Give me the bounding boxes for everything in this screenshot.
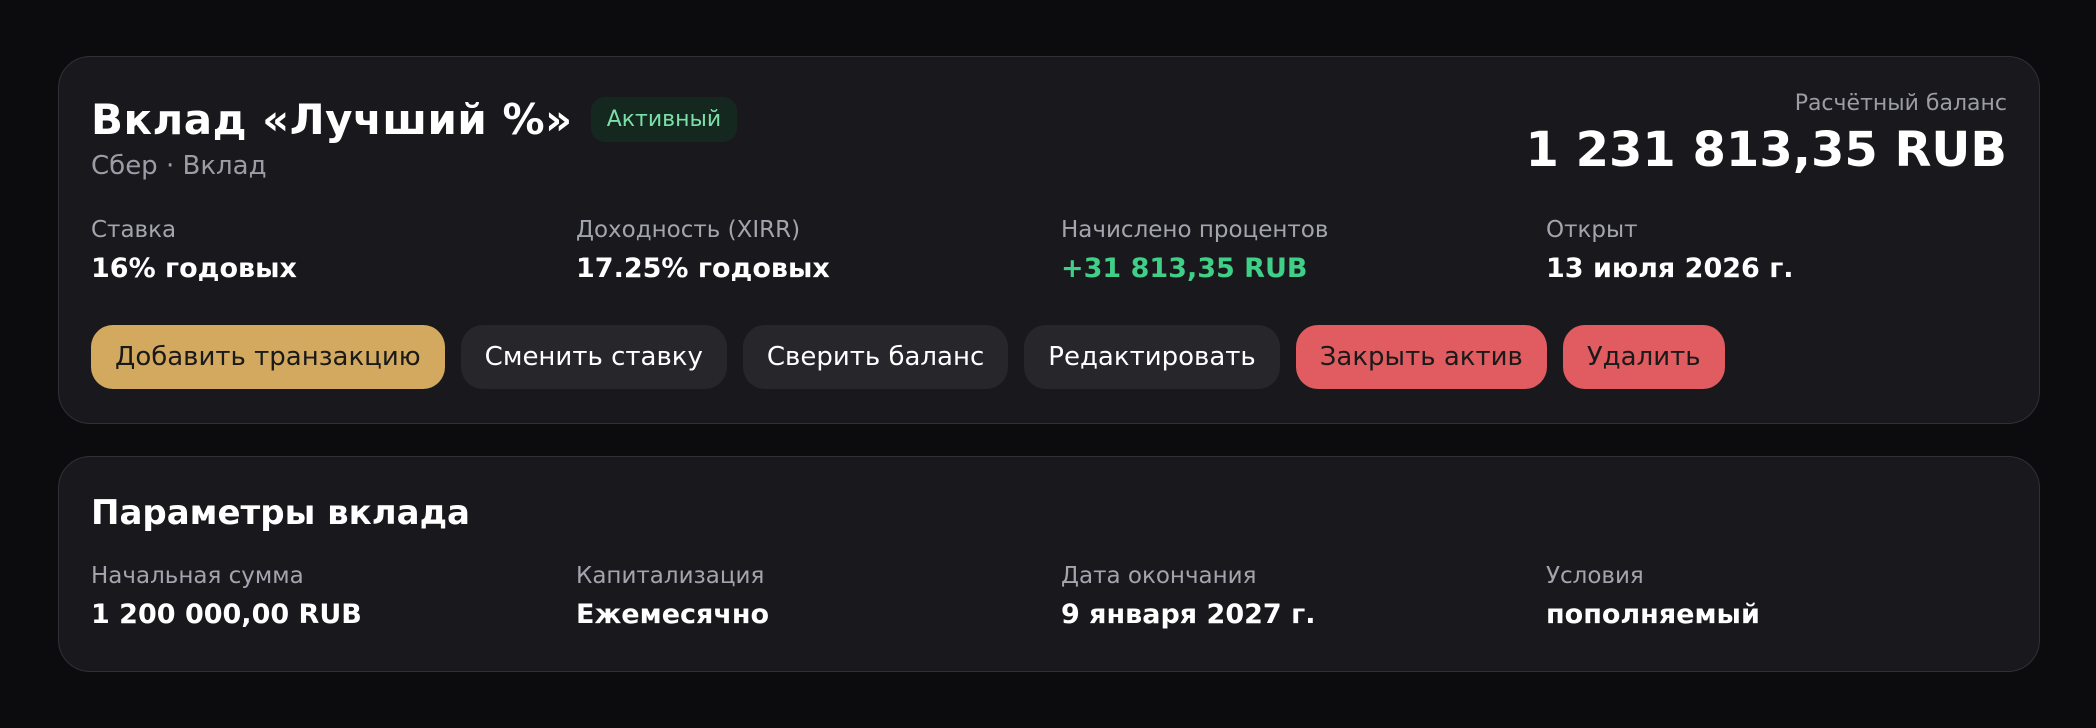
deposit-summary-card: Вклад «Лучший %» Активный Сбер · Вклад Р… <box>58 56 2040 424</box>
add-transaction-button[interactable]: Добавить транзакцию <box>91 325 445 389</box>
param-label: Условия <box>1546 563 1644 589</box>
page-title: Вклад «Лучший %» <box>91 95 573 144</box>
actions-bar: Добавить транзакцию Сменить ставку Свери… <box>91 325 1725 389</box>
param-value: пополняемый <box>1546 599 1760 630</box>
metric-value: 16% годовых <box>91 253 297 284</box>
params-title: Параметры вклада <box>91 493 470 533</box>
param-capitalization: Капитализация Ежемесячно <box>576 563 769 630</box>
asset-subtitle: Сбер · Вклад <box>91 151 267 181</box>
metric-opened: Открыт 13 июля 2026 г. <box>1546 217 1794 284</box>
metric-value: +31 813,35 RUB <box>1061 253 1308 284</box>
metrics-row: Ставка 16% годовых Доходность (XIRR) 17.… <box>91 217 2011 297</box>
reconcile-balance-button[interactable]: Сверить баланс <box>742 325 1009 389</box>
metric-rate: Ставка 16% годовых <box>91 217 297 284</box>
param-label: Дата окончания <box>1061 563 1257 589</box>
param-conditions: Условия пополняемый <box>1546 563 1760 630</box>
metric-label: Ставка <box>91 217 177 243</box>
metric-label: Доходность (XIRR) <box>576 217 801 243</box>
edit-button[interactable]: Редактировать <box>1024 325 1280 389</box>
deposit-params-card: Параметры вклада Начальная сумма 1 200 0… <box>58 456 2040 672</box>
change-rate-button[interactable]: Сменить ставку <box>460 325 727 389</box>
status-badge: Активный <box>590 97 738 142</box>
param-value: 9 января 2027 г. <box>1061 599 1316 630</box>
param-initial-amount: Начальная сумма 1 200 000,00 RUB <box>91 563 362 630</box>
param-value: 1 200 000,00 RUB <box>91 599 362 630</box>
param-end-date: Дата окончания 9 января 2027 г. <box>1061 563 1315 630</box>
params-grid: Начальная сумма 1 200 000,00 RUB Капитал… <box>91 563 2011 643</box>
metric-label: Открыт <box>1546 217 1638 243</box>
metric-value: 17.25% годовых <box>576 253 830 284</box>
balance-label: Расчётный баланс <box>1794 91 2007 116</box>
balance-block: Расчётный баланс 1 231 813,35 RUB <box>1526 91 2007 178</box>
close-asset-button[interactable]: Закрыть актив <box>1295 325 1547 389</box>
param-label: Начальная сумма <box>91 563 304 589</box>
metric-value: 13 июля 2026 г. <box>1546 253 1794 284</box>
balance-value: 1 231 813,35 RUB <box>1525 122 2007 178</box>
title-row: Вклад «Лучший %» Активный <box>91 95 738 144</box>
metric-accrued-interest: Начислено процентов +31 813,35 RUB <box>1061 217 1328 284</box>
metric-xirr: Доходность (XIRR) 17.25% годовых <box>576 217 830 284</box>
metric-label: Начислено процентов <box>1061 217 1329 243</box>
delete-button[interactable]: Удалить <box>1562 325 1725 389</box>
param-value: Ежемесячно <box>576 599 770 630</box>
param-label: Капитализация <box>576 563 765 589</box>
